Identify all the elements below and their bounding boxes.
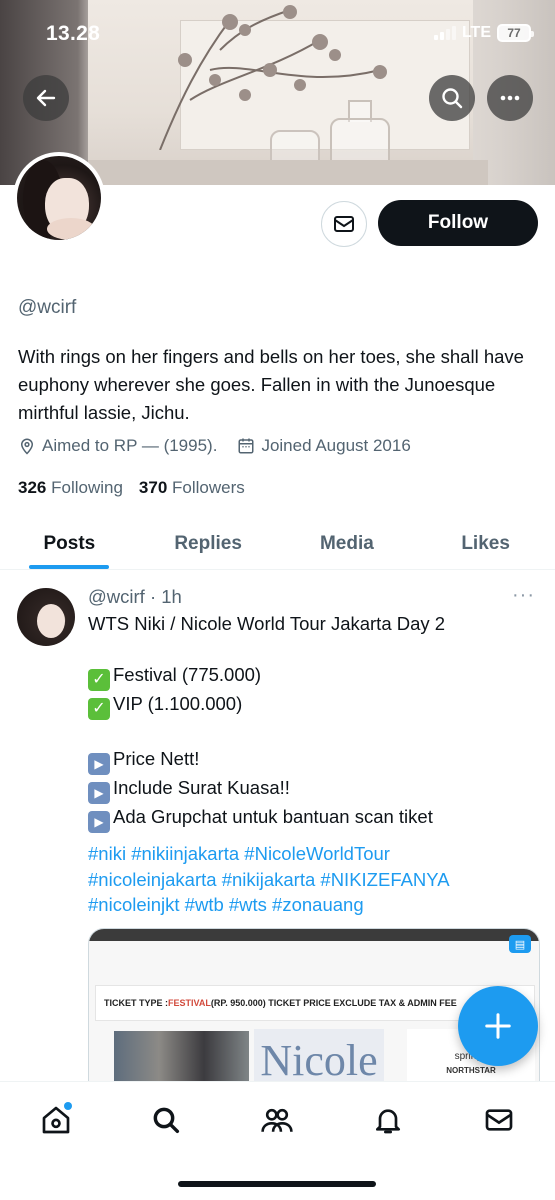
tweet-text: WTS Niki / Nicole World Tour Jakarta Day… xyxy=(88,611,543,833)
profile-avatar[interactable] xyxy=(13,152,105,244)
following-link[interactable]: 326 Following xyxy=(18,478,123,498)
tweet-avatar[interactable] xyxy=(17,588,75,646)
poster-image xyxy=(114,1031,249,1087)
messages-icon xyxy=(485,1109,513,1131)
mail-icon xyxy=(334,216,354,232)
following-count: 326 xyxy=(18,478,47,497)
hashtag-line[interactable]: #niki #nikiinjakarta #NicoleWorldTour xyxy=(88,841,543,867)
search-icon xyxy=(442,88,463,109)
check-mark-icon: ✓ xyxy=(88,669,110,691)
plus-icon xyxy=(485,1013,511,1039)
signal-icon xyxy=(433,26,456,40)
search-icon xyxy=(153,1107,180,1134)
joined-text: Joined August 2016 xyxy=(261,436,411,455)
poster-title: Nicole xyxy=(254,1029,384,1087)
tab-replies[interactable]: Replies xyxy=(139,518,278,569)
hashtag-line[interactable]: #nicoleinjkt #wtb #wts #zonauang xyxy=(88,892,543,918)
notifications-icon xyxy=(376,1109,400,1134)
hashtag-line[interactable]: #nicoleinjakarta #nikijakarta #NIKIZEFAN… xyxy=(88,867,543,893)
tweet-more-button[interactable]: ··· xyxy=(512,584,535,607)
play-button-icon: ▶ xyxy=(88,752,110,775)
battery-icon: 77 xyxy=(497,24,534,42)
compose-button[interactable] xyxy=(458,986,538,1066)
nav-communities[interactable] xyxy=(257,1100,297,1140)
communities-icon xyxy=(261,1108,293,1132)
search-button[interactable] xyxy=(429,75,475,121)
tweet-line: ▶ Include Surat Kuasa!! xyxy=(88,775,543,804)
profile-meta: Aimed to RP — (1995). Joined August 2016 xyxy=(18,436,411,456)
tab-likes[interactable]: Likes xyxy=(416,518,555,569)
tweet-line: WTS Niki / Nicole World Tour Jakarta Day… xyxy=(88,613,446,634)
tweet-line: ▶ Ada Grupchat untuk bantuan scan tiket xyxy=(88,804,543,833)
nav-home[interactable] xyxy=(36,1100,76,1140)
network-label: LTE xyxy=(461,24,491,41)
play-button-icon: ▶ xyxy=(88,781,110,804)
profile-stats: 326 Following 370 Followers xyxy=(18,478,245,498)
play-button-icon: ▶ xyxy=(88,810,110,833)
check-mark-icon: ✓ xyxy=(88,698,110,720)
tweet-line: ▶ Price Nett! xyxy=(88,746,543,775)
following-label: Following xyxy=(51,478,123,497)
profile-tabs: Posts Replies Media Likes xyxy=(0,518,555,570)
tweet-line: ✓ Festival (775.000) xyxy=(88,662,543,691)
back-button[interactable] xyxy=(23,75,69,121)
message-button[interactable] xyxy=(321,201,367,247)
print-icon: ▤ xyxy=(509,935,531,953)
profile-joined: Joined August 2016 xyxy=(237,436,411,456)
more-icon xyxy=(500,95,520,101)
more-button[interactable] xyxy=(487,75,533,121)
notification-dot xyxy=(64,1102,72,1110)
status-indicators: LTE 77 xyxy=(433,24,534,42)
status-time: 13.28 xyxy=(46,22,101,45)
followers-link[interactable]: 370 Followers xyxy=(139,478,245,498)
followers-count: 370 xyxy=(138,478,168,497)
nav-notifications[interactable] xyxy=(368,1100,408,1140)
location-text: Aimed to RP — (1995). xyxy=(42,436,218,455)
calendar-icon xyxy=(238,438,254,454)
profile-handle: @wcirf xyxy=(18,297,77,318)
nav-messages[interactable] xyxy=(479,1100,519,1140)
tab-posts[interactable]: Posts xyxy=(0,518,139,569)
follow-button[interactable]: Follow xyxy=(378,200,538,246)
tweet-line: ✓ VIP (1.100.000) xyxy=(88,691,543,720)
tweet-hashtags: #niki #nikiinjakarta #NicoleWorldTour #n… xyxy=(88,841,543,918)
profile-bio: With rings on her fingers and bells on h… xyxy=(18,346,524,423)
location-pin-icon xyxy=(20,438,34,455)
back-arrow-icon xyxy=(36,89,56,107)
tab-media[interactable]: Media xyxy=(278,518,417,569)
tweet-header[interactable]: @wcirf · 1h xyxy=(88,586,182,608)
banner-flowers xyxy=(159,5,387,150)
profile-location: Aimed to RP — (1995). xyxy=(18,436,217,456)
nav-search[interactable] xyxy=(146,1100,186,1140)
followers-label: Followers xyxy=(172,478,245,497)
home-indicator[interactable] xyxy=(178,1181,376,1187)
